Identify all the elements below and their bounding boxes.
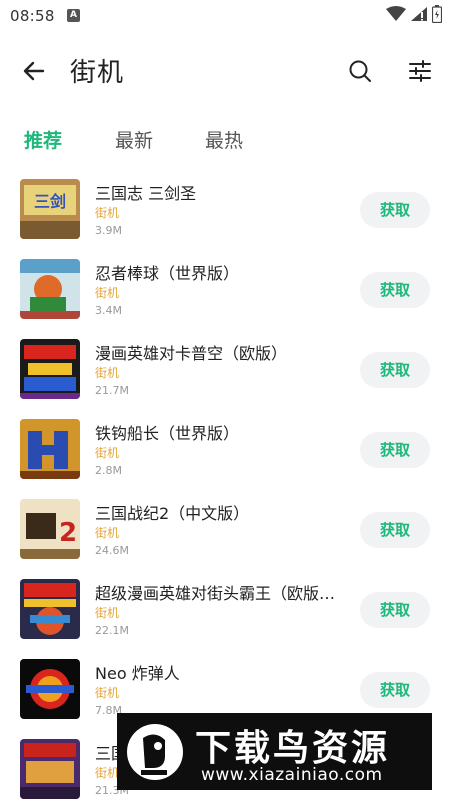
app-thumbnail: 三剑 [20, 179, 80, 239]
signal-icon [410, 6, 428, 26]
get-button[interactable]: 获取 [360, 192, 430, 228]
app-size: 22.1M [95, 624, 129, 637]
status-time: 08:58 [10, 7, 55, 25]
svg-text:三剑: 三剑 [34, 192, 66, 211]
app-thumbnail [20, 259, 80, 319]
app-thumbnail [20, 659, 80, 719]
app-category: 街机 [95, 366, 120, 380]
app-category: 街机 [95, 286, 120, 300]
app-category: 街机 [95, 446, 120, 460]
arrow-left-icon [23, 61, 45, 81]
app-size: 21.7M [95, 384, 129, 397]
app-category: 街机 [95, 206, 120, 220]
list-item[interactable]: 漫画英雄对卡普空（欧版） 街机 21.7M 获取 [0, 330, 450, 410]
list-item[interactable]: 三剑 三国志 三剑圣 街机 3.9M 获取 [0, 170, 450, 250]
category-tabs: 推荐 最新 最热 [0, 120, 450, 160]
bird-logo-icon [125, 722, 185, 782]
svg-text:2: 2 [59, 518, 77, 548]
top-app-bar: 街机 [0, 40, 450, 100]
get-button[interactable]: 获取 [360, 672, 430, 708]
app-size: 3.4M [95, 304, 122, 317]
tab-hottest[interactable]: 最热 [205, 126, 243, 153]
app-name: 三国战纪2（中文版） [95, 504, 250, 523]
get-button[interactable]: 获取 [360, 592, 430, 628]
status-bar: 08:58 A [0, 0, 450, 32]
list-item[interactable]: 2 三国战纪2（中文版） 街机 24.6M 获取 [0, 490, 450, 570]
battery-icon [431, 5, 443, 27]
search-button[interactable] [342, 53, 378, 89]
list-item[interactable]: 忍者棒球（世界版） 街机 3.4M 获取 [0, 250, 450, 330]
app-category: 街机 [95, 526, 120, 540]
get-button[interactable]: 获取 [360, 432, 430, 468]
get-button[interactable]: 获取 [360, 512, 430, 548]
app-name: Neo 炸弹人 [95, 664, 180, 683]
wifi-icon [386, 6, 406, 26]
notification-icon: A [67, 9, 80, 22]
app-thumbnail [20, 579, 80, 639]
tab-newest[interactable]: 最新 [115, 126, 153, 153]
app-category: 街机 [95, 766, 120, 780]
page-title: 街机 [70, 58, 125, 88]
app-category: 街机 [95, 606, 120, 620]
list-item[interactable]: 铁钩船长（世界版） 街机 2.8M 获取 [0, 410, 450, 490]
search-icon [349, 60, 371, 82]
app-thumbnail: 2 [20, 499, 80, 559]
app-name: 铁钩船长（世界版） [95, 424, 240, 443]
list-item[interactable]: 超级漫画英雄对街头霸王（欧版… 街机 22.1M 获取 [0, 570, 450, 650]
app-thumbnail [20, 339, 80, 399]
watermark-banner: 下载鸟资源 www.xiazainiao.com [117, 713, 432, 790]
app-size: 3.9M [95, 224, 122, 237]
filter-button[interactable] [402, 53, 438, 89]
app-name: 三国志 三剑圣 [95, 184, 197, 203]
get-button[interactable]: 获取 [360, 272, 430, 308]
get-button[interactable]: 获取 [360, 352, 430, 388]
app-thumbnail [20, 739, 80, 799]
watermark-title: 下载鸟资源 [195, 728, 391, 769]
app-size: 24.6M [95, 544, 129, 557]
sliders-icon [409, 60, 431, 82]
app-category: 街机 [95, 686, 120, 700]
watermark-url: www.xiazainiao.com [201, 765, 383, 785]
app-thumbnail [20, 419, 80, 479]
app-name: 忍者棒球（世界版） [95, 264, 240, 283]
status-icons [386, 5, 443, 27]
app-name: 超级漫画英雄对街头霸王（欧版… [95, 584, 336, 603]
app-name: 漫画英雄对卡普空（欧版） [95, 344, 288, 363]
back-button[interactable] [16, 53, 52, 89]
app-size: 2.8M [95, 464, 122, 477]
tab-recommended[interactable]: 推荐 [24, 126, 62, 153]
